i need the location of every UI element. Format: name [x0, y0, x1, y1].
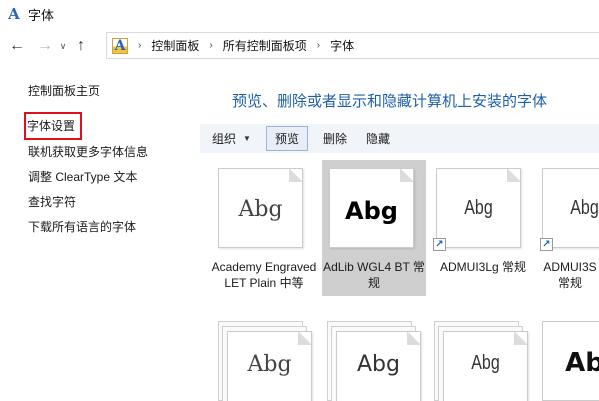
- back-arrow-icon[interactable]: ←: [6, 35, 28, 57]
- font-name-label: Academy Engraved LET Plain 中等: [211, 260, 317, 290]
- font-family-tile[interactable]: Abg: [425, 318, 535, 401]
- font-preview-page: Abg: [443, 331, 528, 401]
- font-sample-text: Abg: [357, 352, 400, 377]
- font-sample-text: Abg: [345, 197, 398, 225]
- dropdown-arrow-icon: ▼: [243, 134, 251, 143]
- delete-button[interactable]: 删除: [323, 130, 347, 147]
- font-tile-admui3s[interactable]: Abg ↗ ADMUI3S 常规: [535, 160, 599, 296]
- sidebar-link-more-font-info[interactable]: 联机获取更多字体信息: [28, 143, 198, 168]
- font-tile-academy-engraved[interactable]: Abg Academy Engraved LET Plain 中等: [209, 160, 319, 300]
- font-preview-page: Abg: [336, 331, 421, 401]
- font-family-tile[interactable]: Abg: [318, 318, 428, 401]
- sidebar-link-download-fonts[interactable]: 下载所有语言的字体: [28, 218, 198, 243]
- fonts-folder-icon: A: [112, 37, 128, 54]
- font-preview-page: Abg: [542, 168, 599, 248]
- sidebar-link-font-settings[interactable]: 字体设置: [24, 112, 83, 140]
- font-sample-text: Abg: [570, 197, 599, 219]
- font-sample-text: Ab: [565, 348, 599, 378]
- font-preview-page: Abg: [329, 168, 414, 248]
- recent-locations-chevron-icon[interactable]: ∨: [56, 35, 70, 57]
- font-sample-text: Abg: [238, 197, 283, 222]
- preview-button[interactable]: 预览: [265, 126, 308, 151]
- sidebar-link-find-character[interactable]: 查找字符: [28, 193, 198, 218]
- breadcrumb-separator: ›: [138, 40, 142, 51]
- fonts-folder-icon: A: [6, 5, 22, 23]
- font-name-label: ADMUI3Lg 常规: [439, 260, 527, 274]
- sidebar-link-control-panel-home[interactable]: 控制面板主页: [28, 82, 198, 107]
- address-bar[interactable]: A › 控制面板 › 所有控制面板项 › 字体: [106, 32, 599, 59]
- shortcut-arrow-icon: ↗: [433, 238, 446, 251]
- font-family-tile[interactable]: Abg: [209, 318, 319, 401]
- font-sample-text: Abg: [247, 352, 292, 377]
- forward-arrow-icon[interactable]: →: [34, 35, 56, 57]
- font-tile-adlib[interactable]: Abg AdLib WGL4 BT 常规: [322, 160, 426, 296]
- sidebar-link-cleartype[interactable]: 调整 ClearType 文本: [28, 168, 198, 193]
- up-arrow-icon[interactable]: ↑: [70, 35, 92, 57]
- font-preview-page: Abg: [436, 168, 521, 248]
- breadcrumb-control-panel[interactable]: 控制面板: [151, 37, 199, 54]
- command-bar: 组织 ▼ 预览 删除 隐藏: [200, 124, 599, 153]
- breadcrumb-fonts[interactable]: 字体: [330, 37, 354, 54]
- sidebar: 控制面板主页 字体设置 联机获取更多字体信息 调整 ClearType 文本 查…: [24, 82, 198, 243]
- font-family-tile[interactable]: Ab: [533, 318, 599, 401]
- font-sample-text: Abg: [464, 197, 493, 219]
- navigation-bar: ← → ∨ ↑ A › 控制面板 › 所有控制面板项 › 字体: [0, 30, 599, 62]
- hide-button[interactable]: 隐藏: [366, 130, 390, 147]
- organize-menu[interactable]: 组织 ▼: [212, 130, 251, 147]
- title-bar: A 字体: [0, 0, 599, 28]
- font-name-label: ADMUI3S 常规: [543, 260, 597, 290]
- page-heading: 预览、删除或者显示和隐藏计算机上安装的字体: [232, 93, 548, 110]
- organize-label: 组织: [212, 132, 237, 146]
- font-tile-admui3lg[interactable]: Abg ↗ ADMUI3Lg 常规: [428, 160, 538, 290]
- shortcut-arrow-icon: ↗: [540, 238, 553, 251]
- window-title: 字体: [28, 7, 55, 23]
- breadcrumb-all-items[interactable]: 所有控制面板项: [223, 37, 307, 54]
- font-preview-page: Ab: [542, 321, 599, 401]
- breadcrumb-separator[interactable]: ›: [317, 40, 320, 51]
- font-name-label: AdLib WGL4 BT 常规: [323, 260, 425, 290]
- font-sample-text: Abg: [471, 352, 500, 374]
- font-preview-page: Abg: [218, 168, 303, 248]
- font-preview-page: Abg: [227, 331, 312, 401]
- breadcrumb-separator[interactable]: ›: [209, 40, 212, 51]
